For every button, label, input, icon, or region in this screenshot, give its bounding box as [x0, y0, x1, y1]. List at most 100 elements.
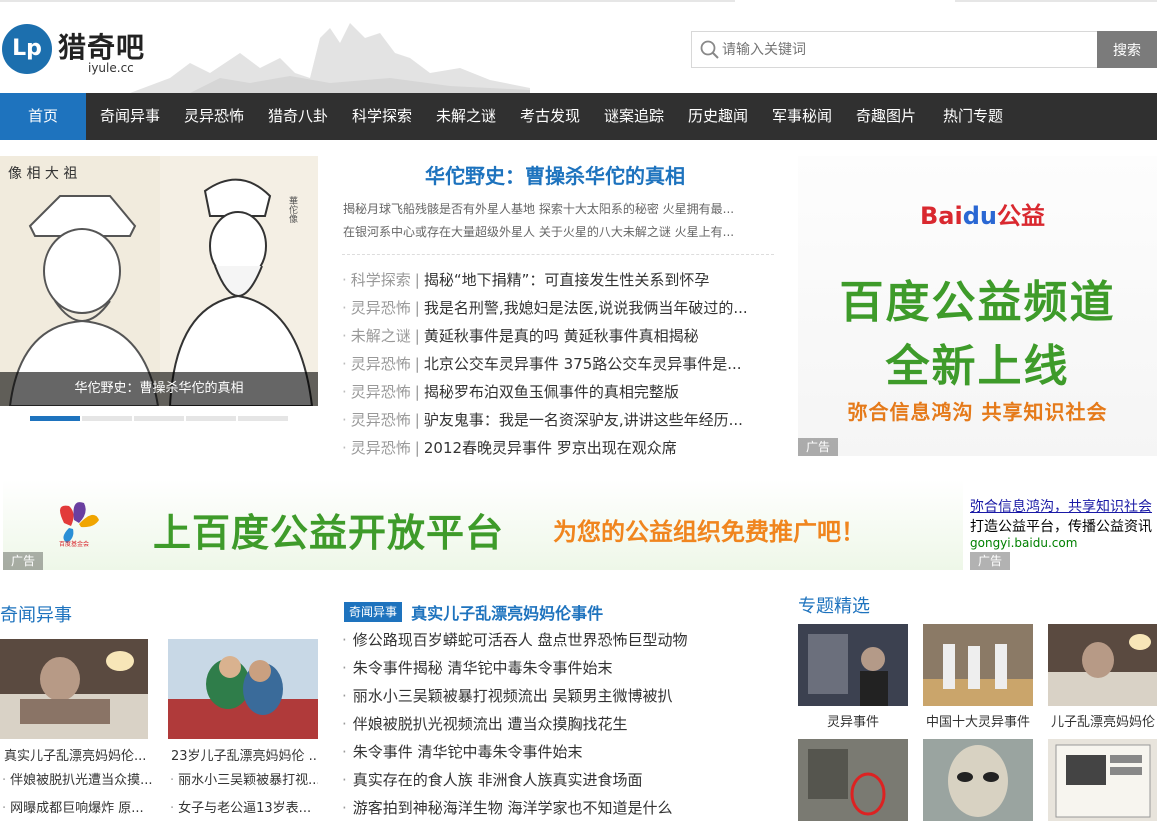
nav-item-strange[interactable]: 奇闻异事: [88, 93, 172, 140]
featured-slider[interactable]: 像 相 大 祖 華佗像 华佗野史：曹操杀华佗的真相: [0, 156, 318, 406]
slider-dot[interactable]: [134, 416, 184, 421]
slider-dot[interactable]: [238, 416, 288, 421]
list-item[interactable]: · 未解之谜 | 黄延秋事件是真的吗 黄延秋事件真相揭秘: [342, 322, 774, 350]
topic-image[interactable]: [798, 739, 908, 821]
text-ad-url[interactable]: gongyi.baidu.com: [970, 536, 1157, 551]
nav-item-history[interactable]: 历史趣闻: [676, 93, 760, 140]
news-title[interactable]: 揭秘罗布泊双鱼玉佩事件的真相完整版: [424, 383, 679, 401]
headline-sub[interactable]: 在银河系中心或存在大量超级外星人 关于火星的八大未解之谜 火星上有...: [335, 221, 775, 244]
slider-dots: [30, 416, 288, 421]
category-badge[interactable]: 奇闻异事: [344, 602, 403, 622]
list-item[interactable]: · 灵异恐怖 | 我是名刑警,我媳妇是法医,说说我俩当年破过的...: [342, 294, 774, 322]
topic-caption[interactable]: 中国十大灵异事件: [923, 711, 1033, 730]
logo-domain: iyule.cc: [88, 61, 134, 75]
list-item[interactable]: · 伴娘被脱扒光视频流出 遭当众摸胸找花生: [342, 710, 772, 738]
list-item[interactable]: · 灵异恐怖 | 驴友鬼事：我是一名资深驴友,讲讲这些年经历...: [342, 406, 774, 434]
list-item[interactable]: · 科学探索 | 揭秘“地下捐精”：可直接发生性关系到怀孕: [342, 266, 774, 294]
text-ad-link[interactable]: 弥合信息鸿沟，共享知识社会: [970, 499, 1157, 516]
ad-banner[interactable]: 百度基金会 上百度公益开放平台 为您的公益组织免费推广吧！ 广告: [3, 480, 963, 570]
featured-story-title[interactable]: 真实儿子乱漂亮妈妈伦事件: [411, 600, 603, 624]
ad-label: 广告: [970, 552, 1010, 570]
topic-caption[interactable]: 儿子乱漂亮妈妈伦: [1048, 711, 1157, 730]
topic-image[interactable]: [1048, 739, 1157, 821]
search-button[interactable]: 搜索: [1097, 31, 1157, 68]
card-image[interactable]: [168, 639, 318, 739]
foundation-logo-icon: 百度基金会: [59, 502, 99, 548]
topic-image[interactable]: [798, 624, 908, 706]
news-category[interactable]: 未解之谜: [351, 327, 411, 345]
news-category[interactable]: 灵异恐怖: [351, 355, 411, 373]
topic-caption[interactable]: 灵异事件: [798, 711, 908, 730]
ad-headline: 百度公益频道: [839, 277, 1116, 328]
nav-item-military[interactable]: 军事秘闻: [760, 93, 844, 140]
news-category[interactable]: 灵异恐怖: [351, 439, 411, 457]
list-item[interactable]: · 朱令事件 清华铊中毒朱令事件始末: [342, 738, 772, 766]
news-list: · 科学探索 | 揭秘“地下捐精”：可直接发生性关系到怀孕 · 灵异恐怖 | 我是名刑警,我…: [342, 266, 774, 462]
list-item[interactable]: · 真实存在的食人族 非洲食人族真实进食场面: [342, 766, 772, 794]
slider-dot[interactable]: [186, 416, 236, 421]
card-caption[interactable]: 23岁儿子乱漂亮妈妈伦 ...: [171, 745, 318, 764]
list-item[interactable]: · 女子与老公逼13岁表...: [170, 797, 318, 816]
ad-label: 广告: [798, 438, 838, 456]
section-title-topics[interactable]: 专题精选: [798, 592, 870, 618]
section-title-strange[interactable]: 奇闻异事: [0, 601, 72, 627]
svg-text:華佗像: 華佗像: [287, 195, 298, 223]
card-caption[interactable]: 真实儿子乱漂亮妈妈伦...: [4, 745, 148, 764]
ad-baidu-gongyi[interactable]: Baidu公益 百度公益频道 全新上线 弥合信息鸿沟 共享知识社会 广告: [798, 156, 1157, 456]
news-title[interactable]: 2012春晚灵异事件 罗京出现在观众席: [424, 439, 677, 457]
list-item[interactable]: · 游客拍到神秘海洋生物 海洋学家也不知道是什么: [342, 794, 772, 822]
nav-item-science[interactable]: 科学探索: [340, 93, 424, 140]
nav-item-topics[interactable]: 热门专题: [930, 93, 1016, 140]
card-image[interactable]: [0, 639, 148, 739]
news-title[interactable]: 揭秘“地下捐精”：可直接发生性关系到怀孕: [424, 271, 710, 289]
search-bar: 搜索: [691, 31, 1157, 68]
nav-item-pictures[interactable]: 奇趣图片: [844, 93, 928, 140]
list-item[interactable]: · 朱令事件揭秘 清华铊中毒朱令事件始末: [342, 654, 772, 682]
nav-item-gossip[interactable]: 猎奇八卦: [256, 93, 340, 140]
headline-sub[interactable]: 揭秘月球飞船残骸是否有外星人基地 探索十大太阳系的秘密 火星拥有最...: [335, 198, 775, 221]
list-item[interactable]: · 网曝成都巨响爆炸 原...: [2, 797, 152, 816]
headline-title[interactable]: 华佗野史：曹操杀华佗的真相: [335, 160, 775, 190]
list-item[interactable]: · 丽水小三吴颖被暴打视...: [170, 769, 318, 788]
search-icon: [700, 40, 719, 59]
ad-label: 广告: [3, 552, 43, 570]
list-item[interactable]: · 丽水小三吴颖被暴打视频流出 吴颖男主微博被扒: [342, 682, 772, 710]
list-item[interactable]: · 灵异恐怖 | 揭秘罗布泊双鱼玉佩事件的真相完整版: [342, 378, 774, 406]
divider: [342, 254, 774, 255]
topic-image[interactable]: [1048, 624, 1157, 706]
ad-subheadline: 全新上线: [885, 341, 1070, 392]
nav-item-home[interactable]: 首页: [0, 93, 86, 140]
topic-image[interactable]: [923, 624, 1033, 706]
nav-item-archaeology[interactable]: 考古发现: [508, 93, 592, 140]
slider-dot[interactable]: [30, 416, 80, 421]
featured-story-head: 奇闻异事 真实儿子乱漂亮妈妈伦事件: [344, 600, 603, 624]
banner-subheadline: 为您的公益组织免费推广吧！: [553, 518, 865, 546]
list-item[interactable]: · 灵异恐怖 | 2012春晚灵异事件 罗京出现在观众席: [342, 434, 774, 462]
news-category[interactable]: 灵异恐怖: [351, 299, 411, 317]
nav-item-horror[interactable]: 灵异恐怖: [172, 93, 256, 140]
search-input[interactable]: [722, 37, 1092, 63]
svg-text:像 相 大 祖: 像 相 大 祖: [8, 166, 77, 182]
slider-caption[interactable]: 华佗野史：曹操杀华佗的真相: [0, 372, 318, 406]
ad-slogan: 弥合信息鸿沟 共享知识社会: [847, 400, 1108, 424]
list-item[interactable]: · 灵异恐怖 | 北京公交车灵异事件 375路公交车灵异事件是...: [342, 350, 774, 378]
news-category[interactable]: 灵异恐怖: [351, 383, 411, 401]
news-category[interactable]: 灵异恐怖: [351, 411, 411, 429]
news-title[interactable]: 我是名刑警,我媳妇是法医,说说我俩当年破过的...: [424, 299, 748, 317]
nav-item-cases[interactable]: 谜案追踪: [592, 93, 676, 140]
slider-image: 像 相 大 祖 華佗像: [0, 156, 318, 406]
nav-item-mystery[interactable]: 未解之谜: [424, 93, 508, 140]
news-category[interactable]: 科学探索: [351, 271, 411, 289]
baidu-logo: Baidu公益: [920, 202, 1045, 230]
logo-badge-icon: Lp: [2, 24, 52, 74]
news-title[interactable]: 北京公交车灵异事件 375路公交车灵异事件是...: [424, 355, 742, 373]
slider-dot[interactable]: [82, 416, 132, 421]
foundation-name: 百度基金会: [59, 540, 89, 548]
mountain-decoration: [130, 23, 530, 93]
news-title[interactable]: 黄延秋事件是真的吗 黄延秋事件真相揭秘: [424, 327, 699, 345]
list-item[interactable]: · 修公路现百岁蟒蛇可活吞人 盘点世界恐怖巨型动物: [342, 626, 772, 654]
news-title[interactable]: 驴友鬼事：我是一名资深驴友,讲讲这些年经历...: [424, 411, 743, 429]
topic-image[interactable]: [923, 739, 1033, 821]
list-item[interactable]: · 伴娘被脱扒光遭当众摸...: [2, 769, 152, 788]
main-nav: 首页 奇闻异事 灵异恐怖 猎奇八卦 科学探索 未解之谜 考古发现 谜案追踪 历史…: [0, 93, 1157, 140]
